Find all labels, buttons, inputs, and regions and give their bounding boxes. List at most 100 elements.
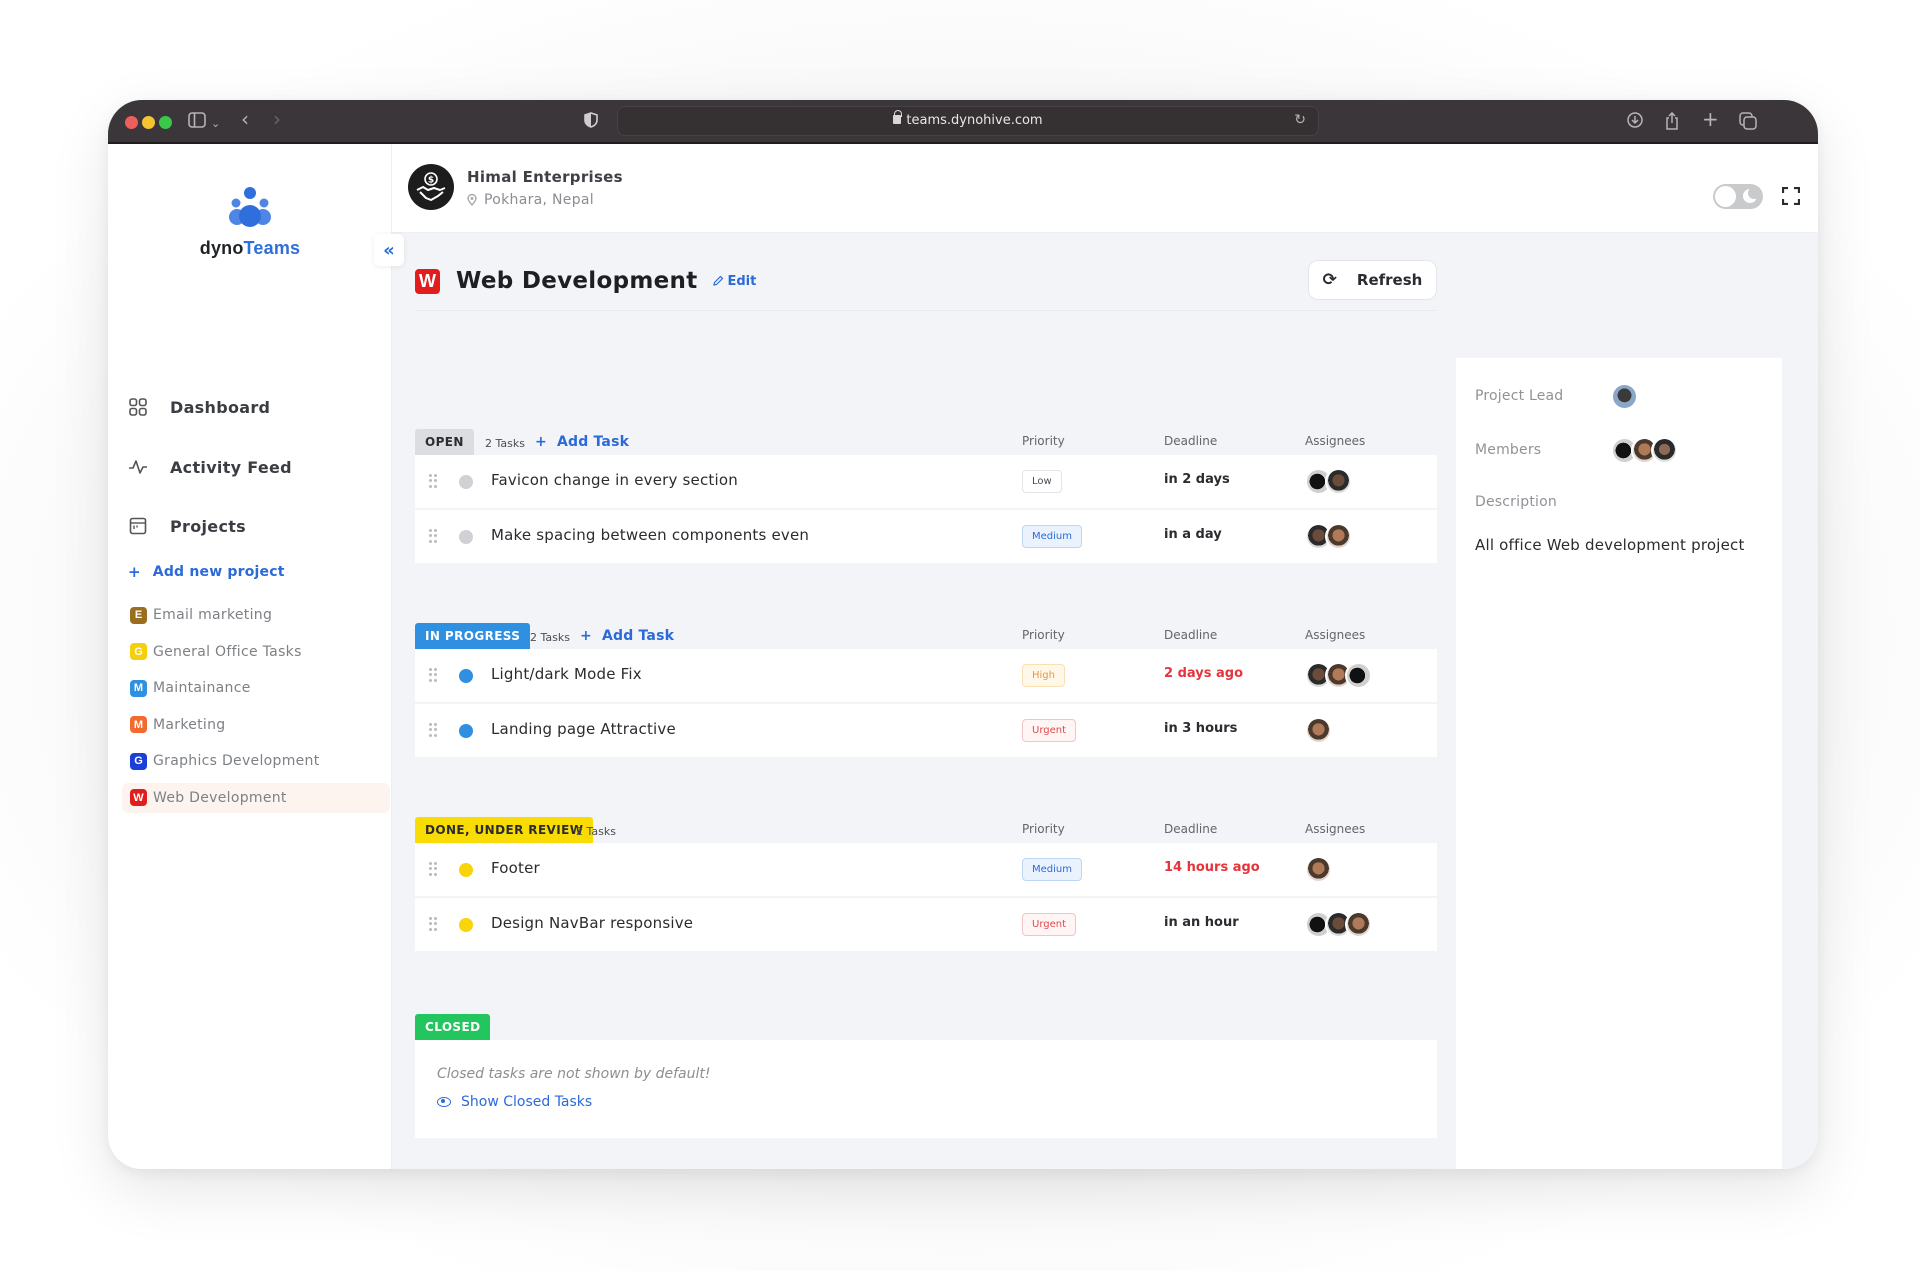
status-dot[interactable] xyxy=(459,669,473,683)
sidebar-project-item[interactable]: W Web Development xyxy=(122,782,390,813)
refresh-icon: ⟳ xyxy=(1322,270,1337,290)
priority-badge[interactable]: Urgent xyxy=(1022,719,1077,742)
download-icon[interactable] xyxy=(1627,112,1643,133)
task-row[interactable]: Light/dark Mode Fix High 2 days ago xyxy=(415,649,1437,702)
dynoteams-logo[interactable]: dynoTeams xyxy=(108,186,392,259)
refresh-button[interactable]: ⟳ Refresh xyxy=(1308,260,1437,300)
handshake-icon: $ xyxy=(416,172,446,201)
assignee-avatars xyxy=(1305,468,1352,495)
avatar[interactable] xyxy=(1611,383,1638,410)
priority-badge[interactable]: High xyxy=(1022,664,1065,687)
project-label: Web Development xyxy=(153,789,287,806)
drag-handle-icon[interactable] xyxy=(429,474,437,488)
task-count: 2 Tasks xyxy=(485,437,525,450)
task-name[interactable]: Favicon change in every section xyxy=(491,471,738,489)
minimize-window-button[interactable] xyxy=(142,116,155,129)
status-dot[interactable] xyxy=(459,475,473,489)
task-row[interactable]: Design NavBar responsive Urgent in an hour xyxy=(415,898,1437,951)
sidebar-project-item[interactable]: G Graphics Development xyxy=(122,746,390,776)
back-icon[interactable]: ‹ xyxy=(241,109,249,129)
sidebar-project-item[interactable]: G General Office Tasks xyxy=(122,637,390,667)
member-avatars xyxy=(1611,437,1678,464)
show-closed-tasks-link[interactable]: Show Closed Tasks xyxy=(437,1094,592,1110)
assignee-avatars xyxy=(1305,523,1352,550)
task-name[interactable]: Landing page Attractive xyxy=(491,720,676,738)
close-window-button[interactable] xyxy=(125,116,138,129)
project-label: General Office Tasks xyxy=(153,643,302,660)
sidebar-project-item[interactable]: E Email marketing xyxy=(122,600,390,630)
drag-handle-icon[interactable] xyxy=(429,723,437,737)
address-bar[interactable]: teams.dynohive.com ↻ xyxy=(617,106,1319,136)
sidebar-project-item[interactable]: M Marketing xyxy=(122,710,390,740)
sidebar-item-activity-feed[interactable]: Activity Feed xyxy=(128,452,292,482)
avatar[interactable] xyxy=(1651,437,1678,464)
status-dot[interactable] xyxy=(459,530,473,544)
status-dot[interactable] xyxy=(459,918,473,932)
toggle-knob xyxy=(1715,186,1736,207)
avatar[interactable] xyxy=(1345,911,1372,938)
description-label: Description xyxy=(1475,494,1557,510)
project-badge: M xyxy=(130,679,147,697)
organization-logo[interactable]: $ xyxy=(408,164,454,210)
project-lead-label: Project Lead xyxy=(1475,388,1564,404)
column-header-deadline: Deadline xyxy=(1164,822,1218,836)
avatar[interactable] xyxy=(1305,717,1332,744)
avatar[interactable] xyxy=(1325,523,1352,550)
priority-badge[interactable]: Urgent xyxy=(1022,913,1077,936)
task-name[interactable]: Design NavBar responsive xyxy=(491,914,693,932)
tab-overview-icon[interactable] xyxy=(1739,112,1757,135)
sidebar-project-item[interactable]: M Maintainance xyxy=(122,673,390,703)
sidebar-item-dashboard[interactable]: Dashboard xyxy=(128,392,270,422)
avatar[interactable] xyxy=(1345,662,1372,689)
task-name[interactable]: Make spacing between components even xyxy=(491,526,809,544)
assignee-avatars xyxy=(1305,856,1332,883)
reload-icon[interactable]: ↻ xyxy=(1294,112,1306,128)
avatar[interactable] xyxy=(1305,856,1332,883)
status-group-closed: CLOSED xyxy=(415,1014,1437,1040)
sidebar: dynoTeams Dashboard Activity Feed Projec… xyxy=(108,144,404,1169)
drag-handle-icon[interactable] xyxy=(429,668,437,682)
new-tab-icon[interactable]: + xyxy=(1702,109,1719,129)
fullscreen-icon[interactable] xyxy=(1782,187,1800,205)
add-task-button[interactable]: + Add Task xyxy=(580,628,674,644)
column-header-assignees: Assignees xyxy=(1305,822,1366,836)
priority-badge[interactable]: Medium xyxy=(1022,858,1082,881)
add-task-button[interactable]: + Add Task xyxy=(535,434,629,450)
sidebar-item-projects[interactable]: Projects xyxy=(128,511,246,541)
closed-tasks-box: Closed tasks are not shown by default! S… xyxy=(415,1040,1437,1138)
drag-handle-icon[interactable] xyxy=(429,529,437,543)
share-icon[interactable] xyxy=(1665,111,1679,135)
chevron-down-icon[interactable]: ⌄ xyxy=(211,114,220,134)
url-text: teams.dynohive.com xyxy=(906,113,1043,128)
project-label: Maintainance xyxy=(153,680,251,696)
plus-icon: + xyxy=(535,434,547,450)
forward-icon[interactable]: › xyxy=(273,109,281,129)
add-new-project-link[interactable]: + Add new project xyxy=(128,563,285,581)
maximize-window-button[interactable] xyxy=(159,116,172,129)
drag-handle-icon[interactable] xyxy=(429,917,437,931)
priority-badge[interactable]: Low xyxy=(1022,470,1062,493)
task-row[interactable]: Favicon change in every section Low in 2 d… xyxy=(415,455,1437,508)
task-name[interactable]: Light/dark Mode Fix xyxy=(491,665,642,683)
svg-text:$: $ xyxy=(428,176,434,186)
logo-text-teams: Teams xyxy=(243,238,301,258)
status-dot[interactable] xyxy=(459,724,473,738)
assignee-avatars xyxy=(1305,662,1372,689)
dark-mode-toggle[interactable] xyxy=(1713,184,1763,209)
collapse-sidebar-button[interactable]: « xyxy=(374,234,404,266)
edit-project-link[interactable]: Edit xyxy=(712,273,757,289)
sidebar-toggle-icon[interactable] xyxy=(188,112,206,133)
task-count: 2 Tasks xyxy=(530,631,570,644)
avatar[interactable] xyxy=(1325,468,1352,495)
task-row[interactable]: Footer Medium 14 hours ago xyxy=(415,843,1437,896)
shield-icon[interactable] xyxy=(584,112,598,133)
status-dot[interactable] xyxy=(459,863,473,877)
edit-label: Edit xyxy=(727,273,757,289)
task-row[interactable]: Make spacing between components even Medi… xyxy=(415,510,1437,563)
priority-badge[interactable]: Medium xyxy=(1022,525,1082,548)
drag-handle-icon[interactable] xyxy=(429,862,437,876)
moon-icon xyxy=(1743,187,1760,203)
task-name[interactable]: Footer xyxy=(491,859,540,877)
project-details-panel: Project Lead Members Description All off… xyxy=(1456,358,1782,1169)
task-row[interactable]: Landing page Attractive Urgent in 3 hours xyxy=(415,704,1437,757)
